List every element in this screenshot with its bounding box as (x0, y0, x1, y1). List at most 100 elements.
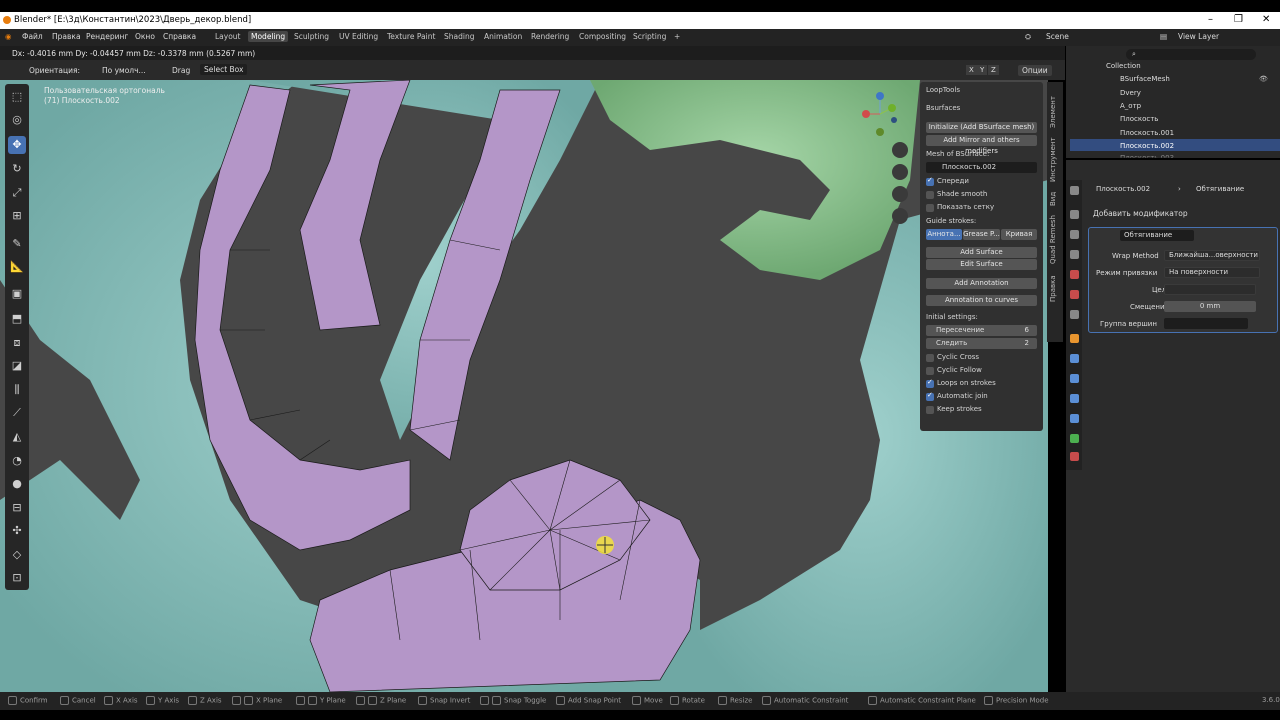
outliner-selected-row[interactable] (1070, 139, 1280, 151)
outliner-item-plane-002[interactable]: Плоскость.002 (1120, 142, 1174, 150)
keep-strokes-checkbox[interactable] (926, 406, 934, 414)
rip-tool-icon[interactable]: ⊡ (8, 569, 26, 587)
bsurfaces-header[interactable]: Bsurfaces (926, 104, 960, 112)
bevel-tool-icon[interactable]: ◪ (8, 357, 26, 375)
modifier-name-field[interactable]: Обтягивание (1120, 230, 1194, 241)
menu-window[interactable]: Окно (135, 32, 155, 41)
vertex-group-field[interactable] (1164, 318, 1248, 329)
world-tab-icon[interactable] (1070, 290, 1079, 299)
cyclic-follow-checkbox[interactable] (926, 367, 934, 375)
add-surface-button[interactable]: Add Surface (926, 247, 1037, 258)
output-tab-icon[interactable] (1070, 230, 1079, 239)
minimize-button[interactable]: – (1208, 14, 1213, 25)
tab-scripting[interactable]: Scripting (633, 32, 666, 41)
front-checkbox[interactable] (926, 176, 934, 186)
tab-uv-editing[interactable]: UV Editing (339, 32, 378, 41)
guide-tab-grease-pencil[interactable]: Grease P... (963, 229, 1000, 240)
menu-file[interactable]: Файл (22, 32, 43, 41)
select-box-tool-icon[interactable]: ⬚ (8, 88, 26, 106)
menu-render[interactable]: Рендеринг (86, 32, 128, 41)
cyclic-cross-checkbox[interactable] (926, 354, 934, 362)
mirror-x-toggle[interactable]: X (966, 65, 977, 75)
drag-select-dropdown[interactable]: Select Box (200, 64, 248, 75)
tab-edit[interactable]: Правка (1049, 275, 1057, 302)
tool-tab-icon[interactable] (1070, 186, 1079, 195)
outliner-item-plane[interactable]: Плоскость (1120, 115, 1158, 123)
smooth-tool-icon[interactable]: ● (8, 475, 26, 493)
tab-rendering[interactable]: Rendering (531, 32, 569, 41)
follow-field[interactable]: Следить 2 (926, 338, 1037, 349)
annotate-tool-icon[interactable]: ✎ (8, 235, 26, 253)
transform-tool-icon[interactable]: ⊞ (8, 207, 26, 225)
tab-item[interactable]: Элемент (1049, 96, 1057, 128)
add-annotation-button[interactable]: Add Annotation (926, 278, 1037, 289)
cursor-tool-icon[interactable]: ◎ (8, 111, 26, 129)
visibility-eye-icon[interactable]: 👁 (1259, 75, 1268, 83)
constraints-tab-icon[interactable] (1070, 414, 1079, 423)
orientation-dropdown[interactable]: По умолч... (102, 66, 146, 75)
collection-tab-icon[interactable] (1070, 310, 1079, 319)
menu-help[interactable]: Справка (163, 32, 196, 41)
offset-field[interactable]: 0 mm (1164, 301, 1256, 312)
outliner-item-dvery[interactable]: Dvery (1120, 89, 1141, 97)
tab-layout[interactable]: Layout (215, 32, 241, 41)
tab-view[interactable]: Вид (1049, 192, 1057, 206)
poly-build-tool-icon[interactable]: ◭ (8, 428, 26, 446)
edge-slide-tool-icon[interactable]: ⊟ (8, 499, 26, 517)
view-layer-selector[interactable]: View Layer (1178, 32, 1219, 41)
maximize-button[interactable]: ❐ (1234, 14, 1243, 25)
modifier-tab-icon[interactable] (1070, 354, 1079, 363)
tab-tool[interactable]: Инструмент (1049, 137, 1057, 182)
initialize-bsurface-button[interactable]: Initialize (Add BSurface mesh) (926, 122, 1037, 133)
navigation-gizmo[interactable] (852, 88, 908, 228)
tab-sculpting[interactable]: Sculpting (294, 32, 329, 41)
mesh-of-bsurface-field[interactable]: Плоскость.002 (926, 162, 1037, 173)
spin-tool-icon[interactable]: ◔ (8, 452, 26, 470)
outliner-search-input[interactable]: ⌕ (1126, 49, 1256, 60)
show-wire-checkbox[interactable] (926, 204, 934, 212)
scene-tab-icon[interactable] (1070, 270, 1079, 279)
close-button[interactable]: ✕ (1262, 14, 1270, 25)
shrink-fatten-tool-icon[interactable]: ✣ (8, 522, 26, 540)
shear-tool-icon[interactable]: ◇ (8, 546, 26, 564)
view-layer-tab-icon[interactable] (1070, 250, 1079, 259)
wrap-method-dropdown[interactable]: Ближайша...оверхности (1164, 250, 1260, 261)
automatic-join-checkbox[interactable] (926, 391, 934, 401)
scale-tool-icon[interactable]: ⤢ (8, 184, 26, 202)
annotation-to-curves-button[interactable]: Annotation to curves (926, 295, 1037, 306)
tab-quad-remesh[interactable]: Quad Remesh (1049, 215, 1057, 264)
shade-smooth-checkbox[interactable] (926, 191, 934, 199)
tab-compositing[interactable]: Compositing (579, 32, 626, 41)
measure-tool-icon[interactable]: 📐 (8, 258, 26, 276)
material-tab-icon[interactable] (1070, 452, 1079, 461)
loops-on-strokes-checkbox[interactable] (926, 378, 934, 388)
add-modifier-dropdown[interactable]: Добавить модификатор (1093, 209, 1188, 218)
rotate-tool-icon[interactable]: ↻ (8, 160, 26, 178)
outliner-item-a-otr[interactable]: A_отр (1120, 102, 1141, 110)
outliner-item-bsurfacemesh[interactable]: BSurfaceMesh (1120, 75, 1170, 83)
add-mirror-button[interactable]: Add Mirror and others modifiers (926, 135, 1037, 155)
add-workspace-button[interactable]: + (674, 32, 680, 41)
blender-menu-icon[interactable]: ◉ (5, 32, 12, 41)
physics-tab-icon[interactable] (1070, 394, 1079, 403)
scene-selector[interactable]: Scene (1046, 32, 1069, 41)
tab-texture-paint[interactable]: Texture Paint (387, 32, 435, 41)
render-tab-icon[interactable] (1070, 210, 1079, 219)
edit-surface-button[interactable]: Edit Surface (926, 259, 1037, 270)
add-cube-tool-icon[interactable]: ▣ (8, 285, 26, 303)
guide-tab-annotation[interactable]: Аннота... (926, 229, 962, 240)
extrude-tool-icon[interactable]: ⬒ (8, 310, 26, 328)
mirror-z-toggle[interactable]: Z (988, 65, 999, 75)
target-field[interactable] (1164, 284, 1256, 295)
outliner-item-plane-001[interactable]: Плоскость.001 (1120, 129, 1174, 137)
collection-item[interactable]: Collection (1106, 62, 1141, 70)
options-dropdown[interactable]: Опции (1018, 65, 1052, 76)
data-tab-icon[interactable] (1070, 434, 1079, 443)
crosses-field[interactable]: Пересечение 6 (926, 325, 1037, 336)
tab-modeling[interactable]: Modeling (248, 31, 289, 42)
object-tab-icon[interactable] (1070, 334, 1079, 343)
move-tool-icon[interactable]: ✥ (8, 136, 26, 154)
guide-tab-curve[interactable]: Кривая (1001, 229, 1037, 240)
tab-animation[interactable]: Animation (484, 32, 522, 41)
loop-cut-tool-icon[interactable]: ⫼ (8, 381, 26, 399)
